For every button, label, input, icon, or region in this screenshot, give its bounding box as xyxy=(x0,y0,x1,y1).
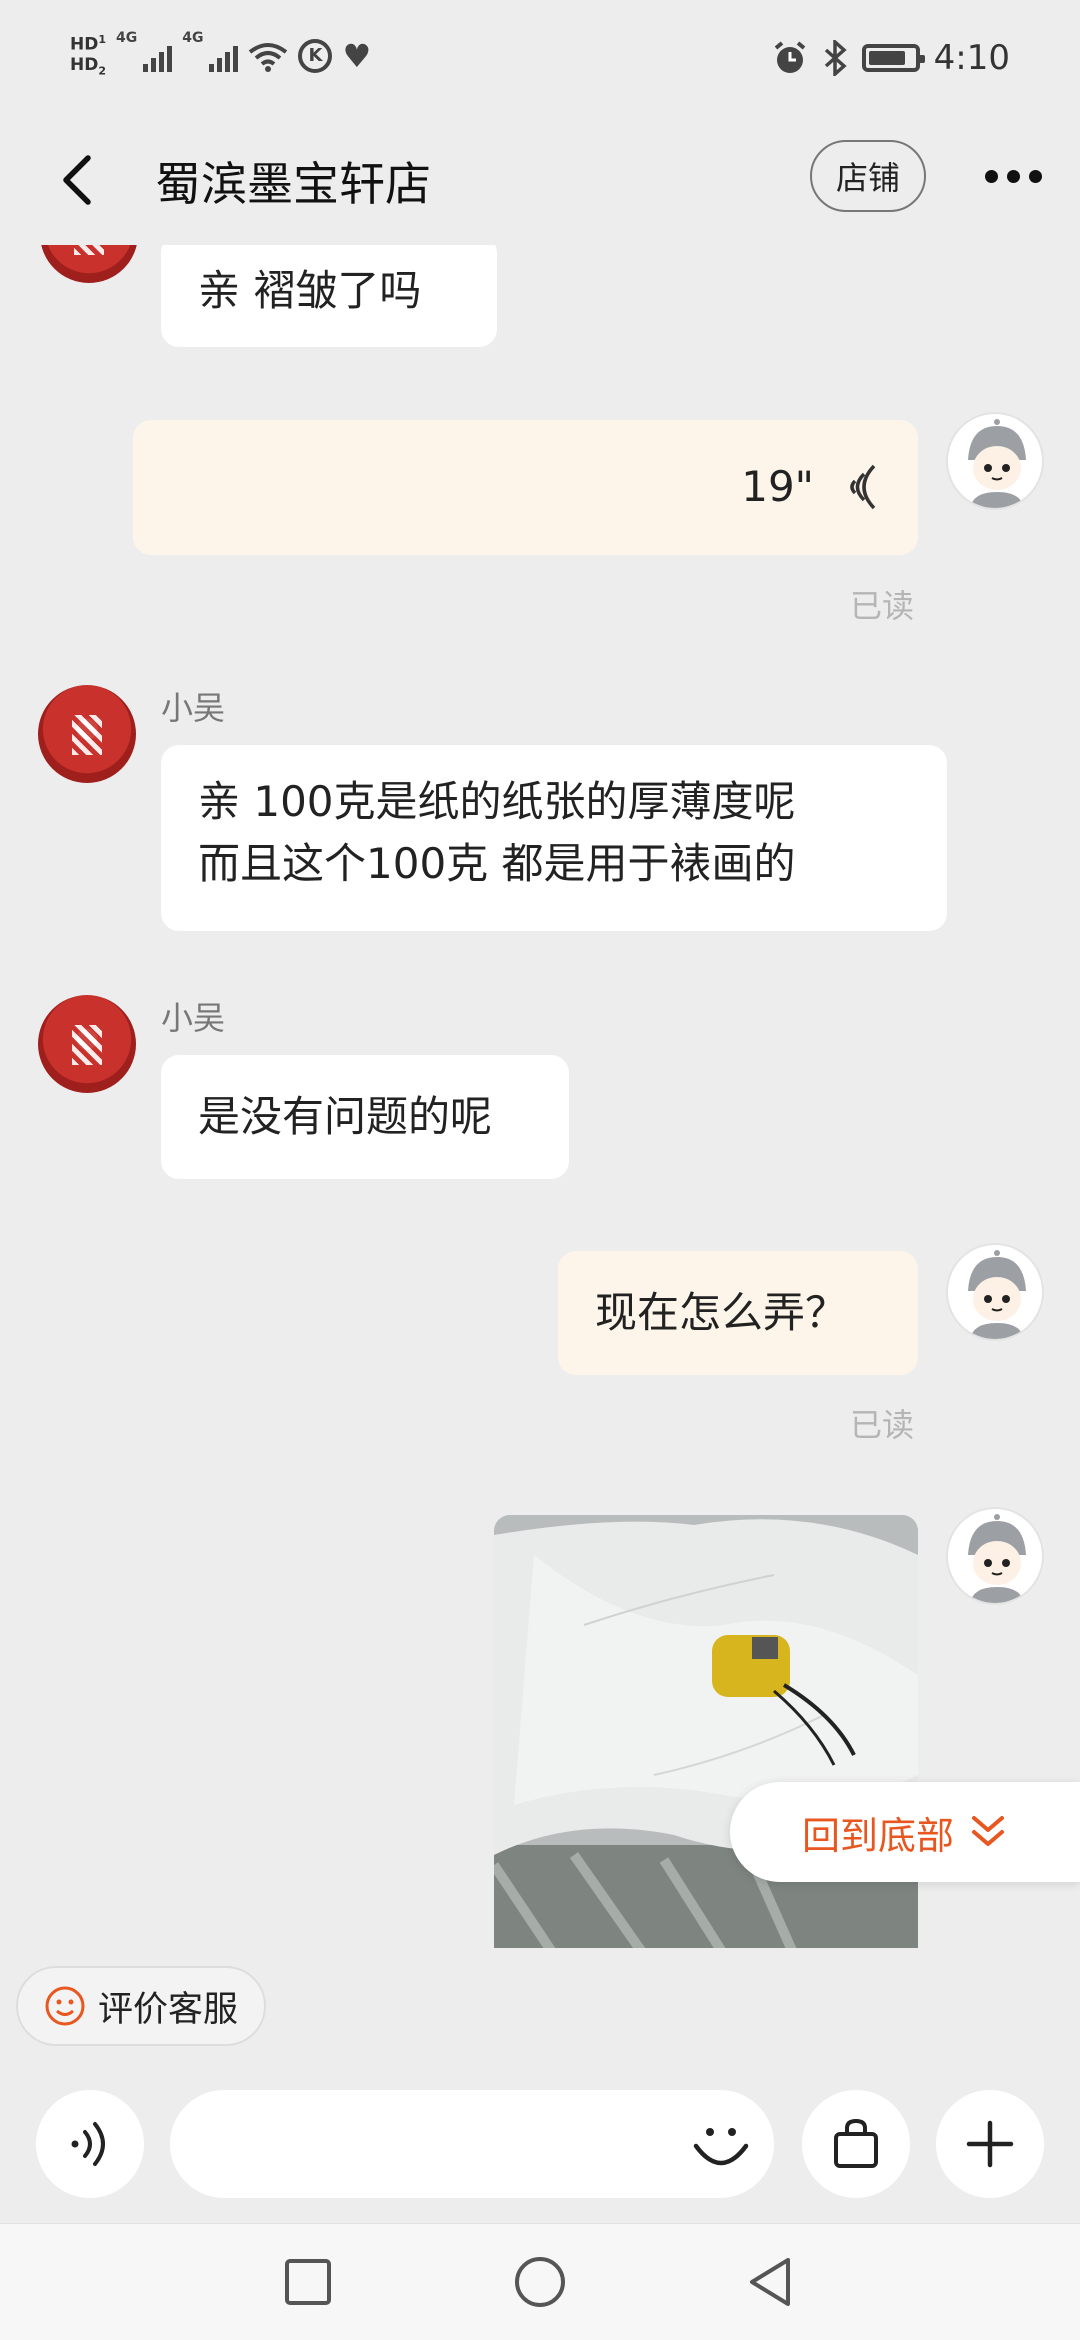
double-chevron-down-icon xyxy=(972,1816,1005,1846)
wifi-icon xyxy=(249,42,288,72)
message-input-bar xyxy=(0,2048,1080,2223)
home-icon[interactable] xyxy=(512,2254,568,2310)
scroll-to-bottom-button[interactable]: 回到底部 xyxy=(730,1782,1080,1882)
back-arrow-icon[interactable] xyxy=(50,150,110,210)
battery-icon xyxy=(861,44,925,72)
rate-service-button[interactable]: 评价客服 xyxy=(16,1966,267,2046)
emoji-icon[interactable] xyxy=(690,2114,752,2176)
message-bubble-shop[interactable]: 亲 褶皱了吗 xyxy=(161,245,497,347)
bluetooth-icon xyxy=(824,40,847,76)
rate-service-label: 评价客服 xyxy=(98,1989,239,2030)
scroll-to-bottom-label: 回到底部 xyxy=(802,1813,955,1858)
sender-name: 小吴 xyxy=(161,689,226,727)
voice-input-button[interactable] xyxy=(36,2090,144,2198)
more-icon[interactable] xyxy=(985,170,1042,183)
signal-icon-2 xyxy=(209,40,239,72)
shop-avatar[interactable] xyxy=(38,685,136,783)
status-left-icons: HD1 HD2 4G 4G K ♥ xyxy=(70,30,371,81)
message-text: 亲 褶皱了吗 xyxy=(198,266,422,315)
message-line: 亲 100克是纸的纸张的厚薄度呢 xyxy=(198,777,796,826)
voice-wave-icon xyxy=(850,464,876,510)
read-status: 已读 xyxy=(850,587,915,625)
signal-icon-1 xyxy=(143,40,173,72)
my-avatar[interactable] xyxy=(946,1243,1044,1341)
smiley-icon xyxy=(45,1986,85,2026)
health-heart-icon: ♥ xyxy=(342,36,372,75)
my-avatar[interactable] xyxy=(946,1507,1044,1605)
message-bubble-mine[interactable]: 现在怎么弄？ xyxy=(558,1251,918,1375)
read-status: 已读 xyxy=(850,1406,915,1444)
k-app-icon: K xyxy=(298,38,333,73)
shop-button[interactable]: 店铺 xyxy=(810,140,926,212)
page-title: 蜀滨墨宝轩店 xyxy=(155,157,431,211)
voice-message-bubble[interactable]: 19" xyxy=(133,420,918,555)
status-right-icons: 4:10 xyxy=(772,38,1010,78)
quick-actions-bar: 评价客服 xyxy=(0,1948,1080,2048)
clock: 4:10 xyxy=(933,38,1010,78)
chat-header: 蜀滨墨宝轩店 店铺 xyxy=(0,120,1080,245)
boy-avatar-icon xyxy=(968,1250,1026,1339)
hd-indicator: HD1 HD2 xyxy=(70,33,106,78)
product-bag-button[interactable] xyxy=(802,2090,910,2198)
message-input[interactable] xyxy=(170,2090,774,2198)
sender-name: 小吴 xyxy=(161,999,226,1037)
shop-avatar[interactable] xyxy=(40,245,138,283)
back-triangle-icon[interactable] xyxy=(742,2254,798,2310)
message-line: 而且这个100克 都是用于裱画的 xyxy=(198,839,796,888)
voice-duration: 19" xyxy=(741,462,814,511)
shopping-bag-icon xyxy=(834,2118,878,2168)
image-message[interactable] xyxy=(494,1515,918,1948)
shop-avatar[interactable] xyxy=(38,995,136,1093)
message-text: 是没有问题的呢 xyxy=(198,1092,493,1141)
message-bubble-shop[interactable]: 亲 100克是纸的纸张的厚薄度呢 而且这个100克 都是用于裱画的 xyxy=(161,745,947,931)
status-bar: HD1 HD2 4G 4G K ♥ 4:10 xyxy=(0,0,1080,120)
recent-apps-icon[interactable] xyxy=(280,2254,336,2310)
my-avatar[interactable] xyxy=(946,412,1044,510)
chat-message-list[interactable]: 亲 褶皱了吗 19" 已读 小吴 亲 100克是纸的纸张的厚薄度呢 而且这个10… xyxy=(0,245,1080,1948)
more-actions-button[interactable] xyxy=(936,2090,1044,2198)
alarm-icon xyxy=(774,41,805,73)
message-text: 现在怎么弄？ xyxy=(595,1288,848,1337)
boy-avatar-icon xyxy=(968,419,1026,508)
voice-icon xyxy=(71,2122,105,2166)
boy-avatar-icon xyxy=(968,1514,1026,1603)
message-bubble-shop[interactable]: 是没有问题的呢 xyxy=(161,1055,569,1179)
network-type-2: 4G xyxy=(182,30,204,46)
plus-icon xyxy=(966,2120,1014,2168)
system-navigation-bar xyxy=(0,2223,1080,2340)
network-type-1: 4G xyxy=(116,30,138,46)
photo-paper-tape-measure xyxy=(494,1515,918,1948)
